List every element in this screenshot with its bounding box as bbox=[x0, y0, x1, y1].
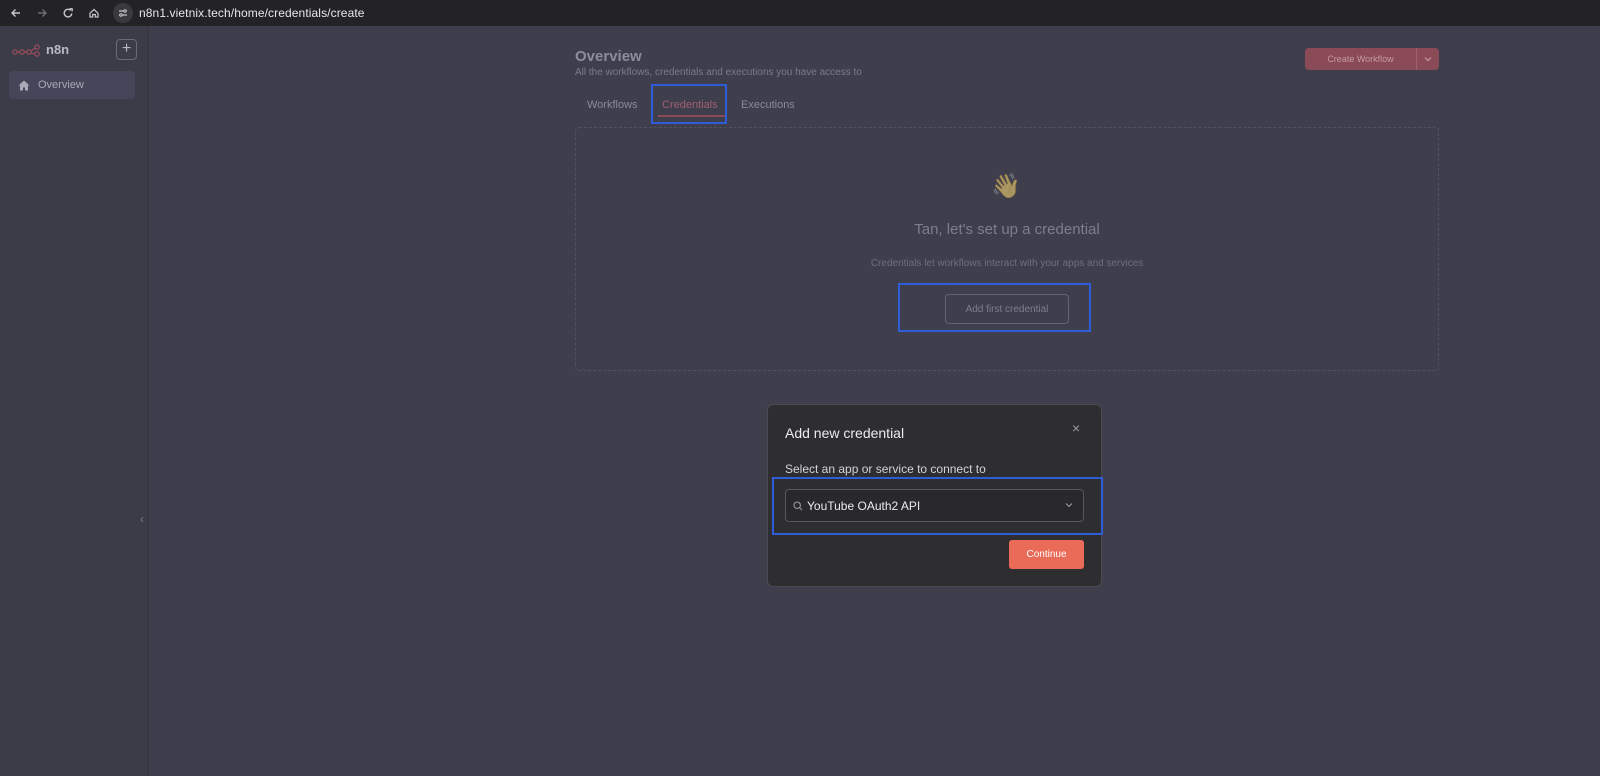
logo-text: n8n bbox=[46, 42, 70, 57]
collapse-sidebar-icon[interactable]: ‹ bbox=[140, 512, 152, 530]
tab-workflows[interactable]: Workflows bbox=[587, 99, 638, 111]
sidebar-item-label: Overview bbox=[38, 79, 84, 91]
modal-label: Select an app or service to connect to bbox=[785, 462, 986, 476]
highlight-add-first-credential bbox=[898, 283, 1091, 332]
reload-icon[interactable] bbox=[55, 0, 81, 26]
url-text[interactable]: n8n1.vietnix.tech/home/credentials/creat… bbox=[139, 6, 365, 20]
chevron-down-icon[interactable] bbox=[1417, 48, 1439, 70]
n8n-logo-icon bbox=[12, 43, 40, 57]
browser-toolbar: n8n1.vietnix.tech/home/credentials/creat… bbox=[0, 0, 1600, 26]
waving-hand-icon: 👋 bbox=[991, 173, 1021, 200]
create-workflow-button[interactable]: Create Workflow bbox=[1305, 48, 1439, 70]
empty-state-panel bbox=[575, 127, 1439, 371]
back-icon[interactable] bbox=[3, 0, 29, 26]
create-workflow-label[interactable]: Create Workflow bbox=[1305, 48, 1417, 70]
page-title: Overview bbox=[575, 48, 642, 65]
empty-state-heading: Tan, let's set up a credential bbox=[914, 221, 1100, 238]
tab-executions[interactable]: Executions bbox=[741, 99, 795, 111]
modal-title: Add new credential bbox=[785, 425, 905, 441]
sidebar-item-overview[interactable]: Overview bbox=[9, 71, 135, 99]
address-bar[interactable]: n8n1.vietnix.tech/home/credentials/creat… bbox=[113, 3, 365, 23]
highlight-app-select bbox=[772, 477, 1103, 535]
add-button[interactable]: + bbox=[116, 39, 137, 60]
sidebar: n8n + Overview ‹ bbox=[0, 26, 149, 776]
highlight-credentials-tab bbox=[651, 84, 727, 124]
forward-icon[interactable] bbox=[29, 0, 55, 26]
empty-state-description: Credentials let workflows interact with … bbox=[870, 258, 1144, 269]
continue-button[interactable]: Continue bbox=[1009, 540, 1084, 569]
page-subtitle: All the workflows, credentials and execu… bbox=[575, 67, 862, 78]
close-icon[interactable]: × bbox=[1072, 420, 1080, 436]
home-icon bbox=[18, 80, 30, 90]
n8n-logo[interactable]: n8n bbox=[12, 42, 69, 57]
home-icon[interactable] bbox=[81, 0, 107, 26]
site-info-icon[interactable] bbox=[113, 3, 133, 23]
